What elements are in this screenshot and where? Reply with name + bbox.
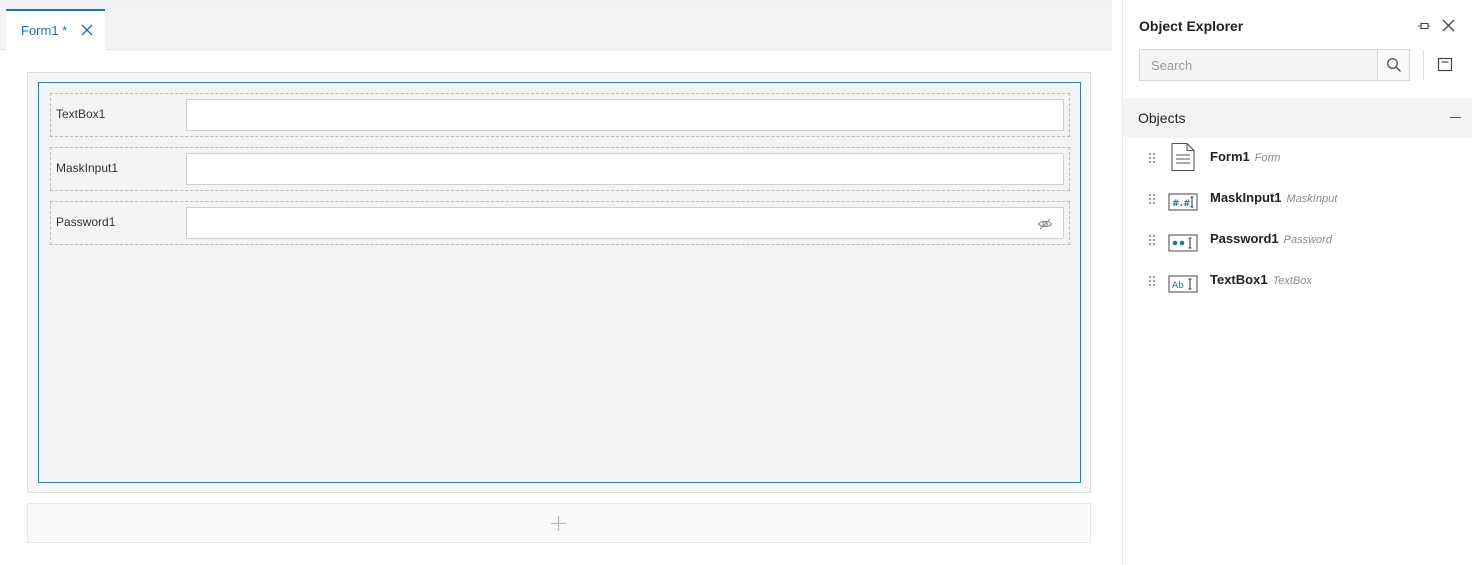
svg-text:Ab: Ab	[1172, 281, 1184, 291]
object-type: Form	[1254, 152, 1281, 164]
password1-label: Password1	[56, 215, 116, 229]
add-section-panel[interactable]	[27, 503, 1091, 543]
object-name: Form1	[1210, 149, 1250, 164]
object-item-password1[interactable]: Password1 Password	[1123, 220, 1472, 260]
form-designer: Form1 * TextBox1 MaskInput1 Password1	[0, 0, 1112, 565]
object-item-maskinput1[interactable]: #.# MaskInput1 MaskInput	[1123, 179, 1472, 219]
plus-icon[interactable]	[550, 515, 567, 532]
collapse-section-icon[interactable]	[1450, 117, 1461, 118]
search-button[interactable]	[1377, 50, 1409, 80]
object-type: Password	[1283, 234, 1332, 246]
search-icon	[1387, 58, 1402, 73]
drag-handle-icon[interactable]	[1148, 275, 1156, 287]
field-row-password1[interactable]: Password1	[50, 201, 1070, 245]
svg-text:#.#: #.#	[1172, 199, 1191, 209]
close-tab-icon[interactable]	[81, 24, 93, 36]
object-name: Password1	[1210, 231, 1279, 246]
object-type: MaskInput	[1286, 193, 1338, 205]
object-item-textbox1[interactable]: Ab TextBox1 TextBox	[1123, 261, 1472, 301]
tab-form1[interactable]: Form1 *	[6, 9, 105, 50]
toolbar-divider	[1423, 50, 1424, 80]
object-name: TextBox1	[1210, 272, 1268, 287]
object-name: MaskInput1	[1210, 190, 1282, 205]
eye-slash-icon[interactable]	[1037, 216, 1053, 232]
document-tabbar: Form1 *	[0, 0, 1112, 50]
object-item-form1[interactable]: Form1 Form	[1123, 138, 1472, 178]
form-surface[interactable]: TextBox1 MaskInput1 Password1	[38, 82, 1081, 483]
search-field[interactable]	[1139, 49, 1410, 81]
textbox-icon: Ab	[1168, 275, 1198, 293]
form-frame: TextBox1 MaskInput1 Password1	[27, 72, 1091, 493]
drag-handle-icon[interactable]	[1148, 234, 1156, 246]
design-canvas: TextBox1 MaskInput1 Password1	[0, 50, 1112, 565]
collapse-all-icon[interactable]	[1437, 57, 1453, 72]
field-row-maskinput1[interactable]: MaskInput1	[50, 147, 1070, 191]
field-row-textbox1[interactable]: TextBox1	[50, 93, 1070, 137]
app-window: Form1 * TextBox1 MaskInput1 Password1 Ob…	[0, 0, 1472, 565]
drag-handle-icon[interactable]	[1148, 193, 1156, 205]
search-input[interactable]	[1140, 50, 1379, 80]
password1-input[interactable]	[186, 207, 1064, 239]
panel-title: Object Explorer	[1139, 18, 1244, 34]
section-title: Objects	[1138, 110, 1186, 126]
textbox1-label: TextBox1	[56, 107, 106, 121]
tab-label: Form1 *	[21, 23, 68, 38]
maskinput1-label: MaskInput1	[56, 161, 119, 175]
form-icon	[1171, 142, 1195, 172]
pin-icon[interactable]	[1417, 19, 1431, 33]
object-type: TextBox	[1272, 275, 1312, 287]
objects-section-header[interactable]: Objects	[1123, 98, 1472, 138]
mask-input-icon: #.#	[1168, 193, 1198, 211]
object-explorer-panel: Object Explorer Objects	[1122, 0, 1472, 565]
password-icon	[1168, 234, 1198, 252]
drag-handle-icon[interactable]	[1148, 152, 1156, 164]
textbox1-input[interactable]	[186, 99, 1064, 131]
close-icon[interactable]	[1442, 19, 1455, 32]
maskinput1-input[interactable]	[186, 153, 1064, 185]
